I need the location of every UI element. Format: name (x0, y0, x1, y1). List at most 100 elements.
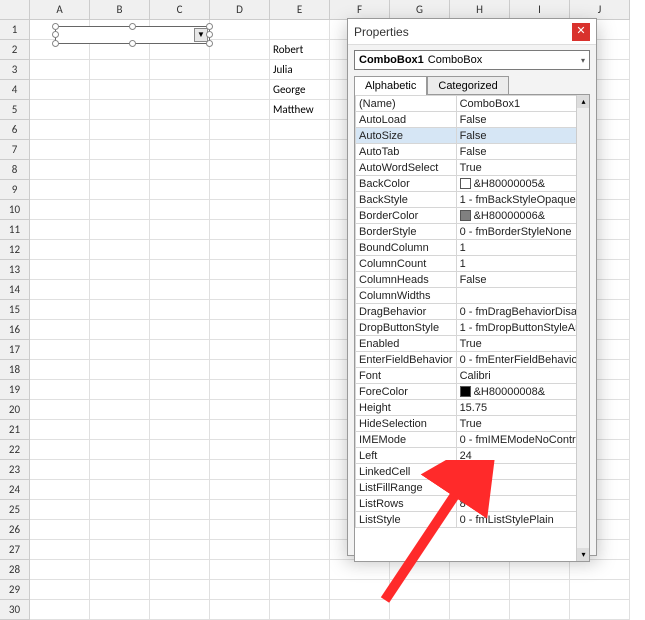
cell[interactable] (30, 180, 90, 200)
property-value[interactable]: 1 - fmBackStyleOpaque (456, 192, 590, 208)
property-value[interactable]: E2:E5 (456, 480, 590, 496)
cell[interactable] (30, 140, 90, 160)
cell[interactable] (150, 180, 210, 200)
cell[interactable] (30, 440, 90, 460)
cell[interactable] (150, 200, 210, 220)
resize-handle[interactable] (206, 31, 213, 38)
property-value[interactable]: 8 (456, 496, 590, 512)
row-header[interactable]: 15 (0, 300, 30, 320)
cell[interactable] (270, 240, 330, 260)
cell[interactable] (150, 340, 210, 360)
cell[interactable] (30, 60, 90, 80)
cell[interactable] (90, 60, 150, 80)
property-row[interactable]: EnabledTrue (356, 336, 591, 352)
cell[interactable] (150, 160, 210, 180)
cell[interactable] (210, 240, 270, 260)
cell[interactable] (90, 200, 150, 220)
row-header[interactable]: 9 (0, 180, 30, 200)
row-header[interactable]: 24 (0, 480, 30, 500)
property-value[interactable] (456, 288, 590, 304)
property-value[interactable]: ComboBox1 (456, 96, 590, 112)
property-value[interactable]: False (456, 272, 590, 288)
resize-handle[interactable] (206, 40, 213, 47)
scroll-down-icon[interactable]: ▾ (577, 548, 590, 561)
cell[interactable] (150, 80, 210, 100)
cell[interactable] (150, 300, 210, 320)
column-header[interactable]: E (270, 0, 330, 20)
cell[interactable] (270, 160, 330, 180)
column-header[interactable]: A (30, 0, 90, 20)
cell[interactable] (450, 600, 510, 620)
property-row[interactable]: BackColor&H80000005& (356, 176, 591, 192)
cell[interactable] (90, 600, 150, 620)
properties-titlebar[interactable]: Properties ✕ (348, 19, 596, 45)
resize-handle[interactable] (52, 23, 59, 30)
cell[interactable] (210, 220, 270, 240)
cell[interactable] (30, 340, 90, 360)
cell[interactable] (210, 420, 270, 440)
cell[interactable] (30, 400, 90, 420)
row-header[interactable]: 19 (0, 380, 30, 400)
row-header[interactable]: 10 (0, 200, 30, 220)
row-header[interactable]: 26 (0, 520, 30, 540)
row-header[interactable]: 20 (0, 400, 30, 420)
cell[interactable] (270, 140, 330, 160)
cell[interactable] (150, 60, 210, 80)
cell[interactable] (30, 360, 90, 380)
property-value[interactable]: &H80000005& (456, 176, 590, 192)
column-header[interactable]: G (390, 0, 450, 20)
cell[interactable] (150, 440, 210, 460)
column-header[interactable]: J (570, 0, 630, 20)
cell[interactable] (510, 580, 570, 600)
object-selector[interactable]: ComboBox1 ComboBox ▾ (354, 50, 590, 70)
resize-handle[interactable] (129, 40, 136, 47)
cell[interactable] (30, 380, 90, 400)
cell[interactable] (510, 560, 570, 580)
column-header[interactable]: F (330, 0, 390, 20)
cell[interactable] (270, 520, 330, 540)
property-value[interactable]: 0 - fmDragBehaviorDisabled (456, 304, 590, 320)
row-header[interactable]: 21 (0, 420, 30, 440)
row-header[interactable]: 18 (0, 360, 30, 380)
cell[interactable] (210, 260, 270, 280)
combobox-control[interactable]: ▼ (55, 26, 210, 44)
cell[interactable] (150, 320, 210, 340)
row-header[interactable]: 13 (0, 260, 30, 280)
column-header[interactable]: I (510, 0, 570, 20)
cell[interactable] (270, 280, 330, 300)
column-header[interactable]: H (450, 0, 510, 20)
cell[interactable] (270, 400, 330, 420)
property-row[interactable]: BorderStyle0 - fmBorderStyleNone (356, 224, 591, 240)
property-row[interactable]: LinkedCell (356, 464, 591, 480)
cell[interactable] (210, 20, 270, 40)
cell[interactable] (210, 160, 270, 180)
cell[interactable] (270, 300, 330, 320)
row-header[interactable]: 5 (0, 100, 30, 120)
cell[interactable] (330, 600, 390, 620)
cell[interactable] (210, 360, 270, 380)
scrollbar[interactable]: ▴ ▾ (576, 95, 589, 561)
property-row[interactable]: BorderColor&H80000006& (356, 208, 591, 224)
property-row[interactable]: ColumnCount1 (356, 256, 591, 272)
property-row[interactable]: AutoSizeFalse▼ (356, 128, 591, 144)
property-row[interactable]: BackStyle1 - fmBackStyleOpaque (356, 192, 591, 208)
cell[interactable] (150, 240, 210, 260)
cell[interactable] (90, 100, 150, 120)
cell[interactable] (330, 580, 390, 600)
cell[interactable] (90, 460, 150, 480)
cell[interactable] (150, 600, 210, 620)
cell[interactable] (30, 160, 90, 180)
row-header[interactable]: 4 (0, 80, 30, 100)
cell[interactable] (210, 560, 270, 580)
cell[interactable] (270, 460, 330, 480)
property-row[interactable]: ForeColor&H80000008& (356, 384, 591, 400)
cell[interactable]: Robert (270, 40, 330, 60)
cell[interactable] (390, 560, 450, 580)
cell[interactable]: Matthew (270, 100, 330, 120)
cell[interactable] (270, 560, 330, 580)
cell[interactable] (210, 380, 270, 400)
cell[interactable] (450, 580, 510, 600)
cell[interactable] (210, 300, 270, 320)
property-row[interactable]: ColumnWidths (356, 288, 591, 304)
resize-handle[interactable] (206, 23, 213, 30)
